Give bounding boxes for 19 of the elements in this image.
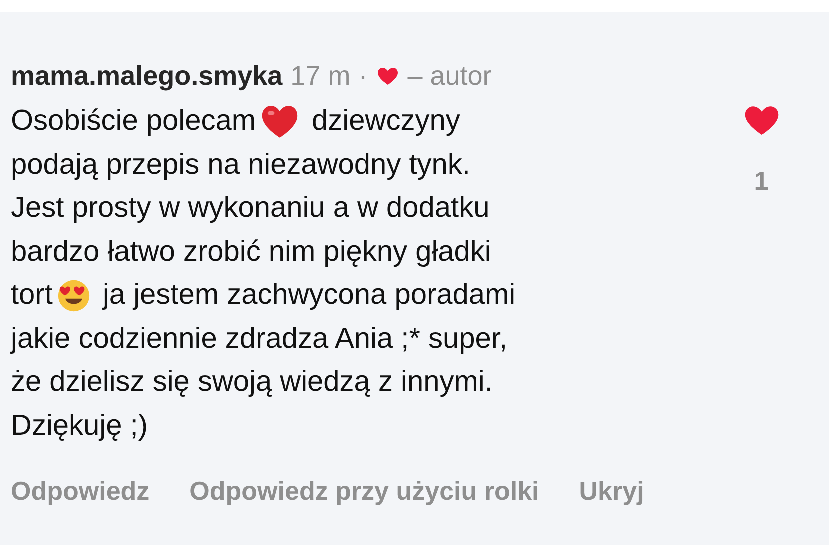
- action-link[interactable]: Odpowiedz: [11, 476, 150, 507]
- comment-text: podają przepis na niezawodny tynk.: [11, 148, 470, 182]
- comment-text: Osobiście polecam: [11, 105, 256, 138]
- author-label: – autor: [408, 60, 492, 92]
- comment-time: 17 m: [290, 60, 351, 92]
- like-count: 1: [754, 166, 769, 197]
- comment-text: Jest prosty w wykonaniu a w dodatku: [11, 192, 490, 226]
- heart-eyes-emoji-icon: [56, 278, 91, 313]
- separator-dot: ·: [358, 60, 368, 92]
- action-link[interactable]: Ukryj: [579, 476, 644, 507]
- action-link[interactable]: Odpowiedz przy użyciu rolki: [190, 476, 540, 507]
- comment-text: ja jestem zachwycona poradami: [101, 279, 516, 312]
- username[interactable]: mama.malego.smyka: [11, 60, 283, 92]
- comment-text: bardzo łatwo zrobić nim piękny gładki: [11, 236, 492, 269]
- comment-text: jakie codziennie zdradza Ania ;* super,: [11, 322, 508, 356]
- comment-text: że dzielisz się swoją wiedzą z innymi.: [11, 366, 493, 400]
- comment-text: Dziękuję ;): [11, 410, 148, 443]
- comment-text: dziewczyny: [311, 105, 460, 138]
- comment-text: tort: [11, 279, 53, 312]
